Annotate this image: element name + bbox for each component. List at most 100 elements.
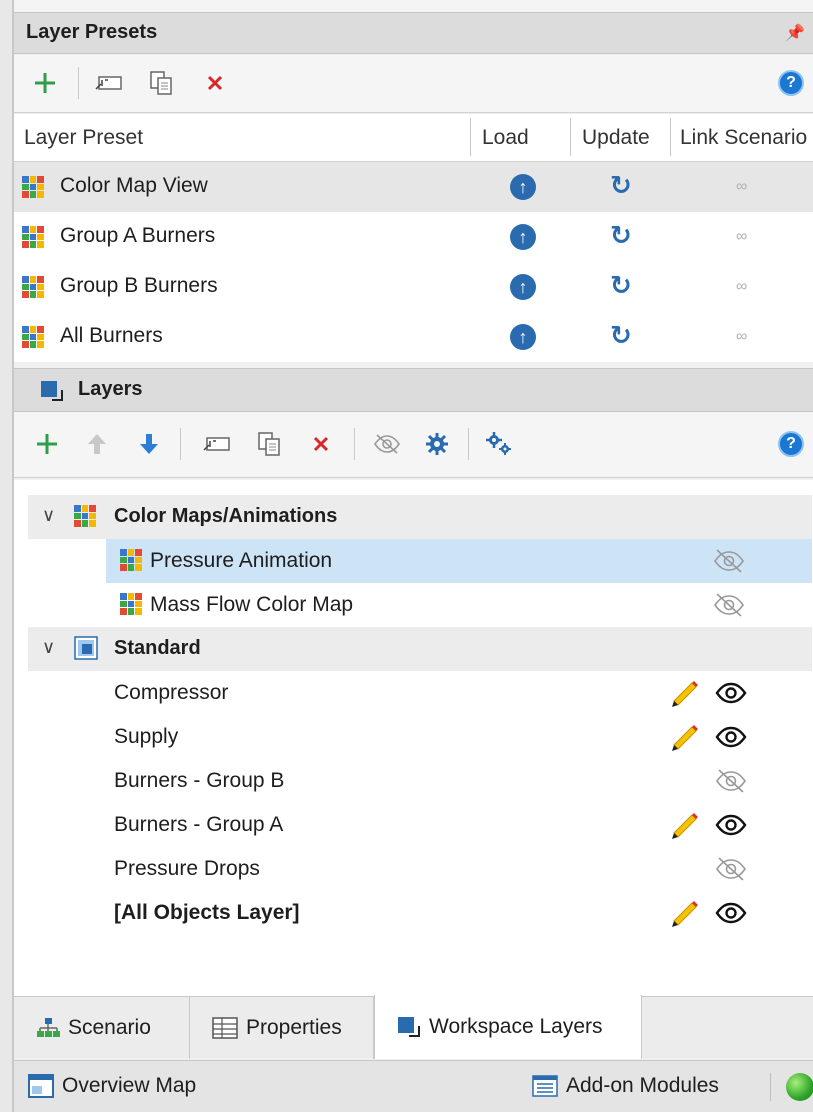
layer-row[interactable]: Compressor [28,671,812,715]
link-icon[interactable]: ∞ [736,328,747,346]
help-icon[interactable]: ? [776,428,806,460]
refresh-icon[interactable]: ↻ [610,322,632,348]
multi-settings-icon[interactable] [484,428,514,460]
col-load[interactable]: Load [482,126,529,150]
link-icon[interactable]: ∞ [736,178,747,196]
refresh-icon[interactable]: ↻ [610,172,632,198]
panel-tabs: Scenario Properties Workspace Layers [14,995,813,1059]
help-icon[interactable]: ? [776,67,806,99]
layer-row[interactable]: Burners - Group B [28,759,812,803]
overview-map-icon [28,1074,54,1098]
addon-modules-button[interactable]: Add-on Modules [532,1074,719,1098]
group-label: Standard [114,637,201,659]
link-icon[interactable]: ∞ [736,228,747,246]
group-color-maps[interactable]: ∨ Color Maps/Animations [28,495,812,539]
layer-row[interactable]: Burners - Group A [28,803,812,847]
add-icon[interactable] [32,428,62,460]
load-icon[interactable]: ↑ [510,324,536,350]
layer-label: Mass Flow Color Map [150,593,354,616]
presets-toolbar: ? [14,55,813,113]
col-link-scenario[interactable]: Link Scenario [680,126,807,150]
hide-icon[interactable] [372,428,402,460]
hidden-eye-icon[interactable] [712,547,746,575]
eye-icon[interactable] [714,811,748,839]
status-indicator-icon [786,1073,813,1101]
hidden-eye-icon[interactable] [712,591,746,619]
chevron-down-icon[interactable]: ∨ [42,505,55,526]
copy-icon[interactable] [146,67,176,99]
pin-icon[interactable]: 📌 [785,23,805,43]
settings-icon[interactable] [422,428,452,460]
left-edge [0,0,14,1112]
overview-map-button[interactable]: Overview Map [28,1074,196,1098]
preset-row[interactable]: Color Map View ↑ ↻ ∞ [14,162,813,212]
layer-row[interactable]: Mass Flow Color Map [106,583,812,627]
preset-row[interactable]: Group A Burners ↑ ↻ ∞ [14,212,813,262]
delete-icon[interactable] [306,428,336,460]
layer-label: [All Objects Layer] [114,901,300,924]
status-bar: Overview Map Add-on Modules [14,1060,813,1112]
preset-label: Group A Burners [60,224,216,247]
color-map-icon [22,226,44,248]
layers-title: Layers [78,378,143,400]
overview-map-label: Overview Map [62,1074,197,1097]
edit-pencil-icon[interactable] [668,677,700,709]
add-icon[interactable] [30,67,60,99]
addon-modules-label: Add-on Modules [566,1074,719,1097]
preset-row[interactable]: Group B Burners ↑ ↻ ∞ [14,262,813,312]
col-update[interactable]: Update [582,126,650,150]
edit-pencil-icon[interactable] [668,897,700,929]
tab-label: Workspace Layers [429,1015,603,1038]
group-standard[interactable]: ∨ Standard [28,627,812,671]
hidden-eye-icon[interactable] [714,767,748,795]
copy-icon[interactable] [254,428,284,460]
load-icon[interactable]: ↑ [510,174,536,200]
refresh-icon[interactable]: ↻ [610,272,632,298]
layer-label: Burners - Group B [114,769,285,792]
layer-row[interactable]: Pressure Drops [28,847,812,891]
move-down-icon[interactable] [134,428,164,460]
layer-label: Pressure Animation [150,549,333,572]
layers-toolbar: ? [14,412,813,478]
rename-icon[interactable] [202,428,232,460]
hidden-eye-icon[interactable] [714,855,748,883]
color-map-icon [120,549,142,571]
layer-label: Compressor [114,681,229,704]
layer-label: Supply [114,725,179,748]
load-icon[interactable]: ↑ [510,274,536,300]
eye-icon[interactable] [714,899,748,927]
layer-label: Burners - Group A [114,813,284,836]
tab-scenario[interactable]: Scenario [14,997,190,1059]
layers-tree: ∨ Color Maps/Animations Pressure Animati… [14,480,813,996]
delete-icon[interactable] [200,67,230,99]
refresh-icon[interactable]: ↻ [610,222,632,248]
load-icon[interactable]: ↑ [510,224,536,250]
col-layer-preset[interactable]: Layer Preset [24,126,143,150]
properties-grid-icon [212,1017,238,1039]
layer-row[interactable]: [All Objects Layer] [28,891,812,935]
chevron-down-icon[interactable]: ∨ [42,637,55,658]
layer-row[interactable]: Supply [28,715,812,759]
preset-label: All Burners [60,324,163,347]
edit-pencil-icon[interactable] [668,809,700,841]
layers-titlebar: Layers [14,368,813,412]
eye-icon[interactable] [714,723,748,751]
layers-icon [398,1017,420,1037]
rename-icon[interactable] [94,67,124,99]
color-map-icon [22,326,44,348]
color-map-icon [22,176,44,198]
move-up-icon[interactable] [82,428,112,460]
preset-row[interactable]: All Burners ↑ ↻ ∞ [14,312,813,362]
edit-pencil-icon[interactable] [668,721,700,753]
link-icon[interactable]: ∞ [736,278,747,296]
color-map-icon [120,593,142,615]
presets-titlebar: Layer Presets 📌 [14,12,813,54]
tab-label: Scenario [68,1016,151,1039]
tab-workspace-layers[interactable]: Workspace Layers [374,995,642,1059]
top-edge [0,0,813,12]
eye-icon[interactable] [714,679,748,707]
tab-label: Properties [246,1016,342,1039]
tab-properties[interactable]: Properties [190,997,374,1059]
layer-label: Pressure Drops [114,857,260,880]
layer-row[interactable]: Pressure Animation [106,539,812,583]
